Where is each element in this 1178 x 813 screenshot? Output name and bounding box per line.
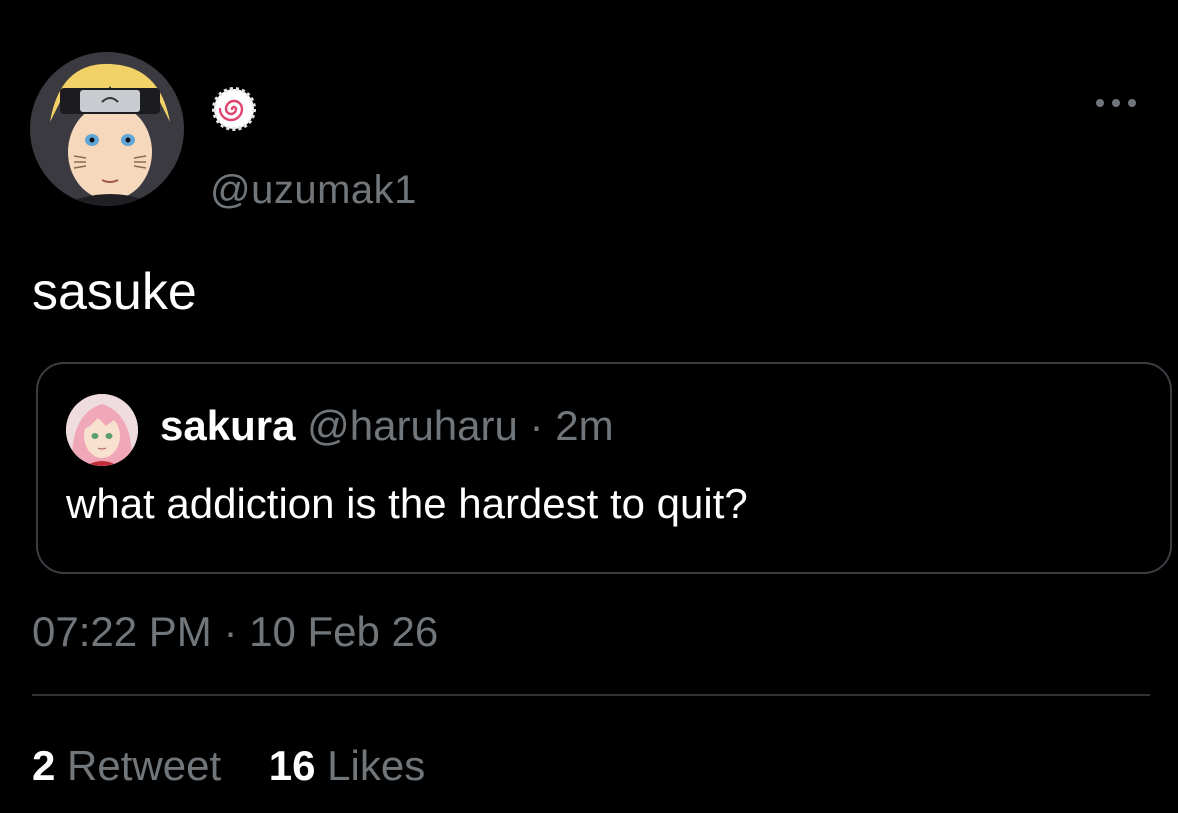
quoted-header: sakura @haruharu · 2m (160, 402, 614, 450)
sakura-avatar-icon (66, 394, 138, 466)
divider (32, 694, 1150, 696)
more-dot (1112, 99, 1120, 107)
more-dot (1128, 99, 1136, 107)
more-options-icon[interactable] (1096, 92, 1136, 114)
likes-stat[interactable]: 16 Likes (269, 742, 425, 790)
tweet-card: @uzumak1 sasuke sakura @haruharu · 2m wh… (0, 0, 1178, 813)
tweet-date: 10 Feb 26 (249, 608, 439, 655)
tweet-stats: 2 Retweet 16 Likes (32, 742, 461, 790)
likes-count: 16 (268, 742, 316, 789)
tweet-text: sasuke (32, 263, 197, 321)
retweets-label: Retweet (67, 742, 222, 789)
naruto-swirl-badge-icon (211, 86, 257, 132)
quoted-text: what addiction is the hardest to quit? (66, 480, 748, 527)
retweets-count: 2 (32, 742, 56, 789)
tweet-time: 07:22 PM (32, 608, 212, 655)
naruto-avatar-icon (30, 52, 184, 206)
quoted-display-name[interactable]: sakura (160, 402, 295, 449)
retweets-stat[interactable]: 2 Retweet (32, 742, 221, 790)
quoted-author-avatar[interactable] (66, 394, 138, 466)
author-handle[interactable]: @uzumak1 (210, 168, 417, 213)
likes-label: Likes (327, 742, 426, 789)
quoted-handle[interactable]: @haruharu (307, 402, 518, 449)
timestamp-separator: · (223, 608, 238, 655)
more-dot (1096, 99, 1104, 107)
quoted-separator: · (529, 402, 544, 449)
quoted-tweet[interactable]: sakura @haruharu · 2m what addiction is … (36, 362, 1172, 574)
tweet-timestamp[interactable]: 07:22 PM · 10 Feb 26 (32, 608, 438, 656)
quoted-age[interactable]: 2m (555, 402, 613, 449)
author-avatar[interactable] (30, 52, 184, 206)
